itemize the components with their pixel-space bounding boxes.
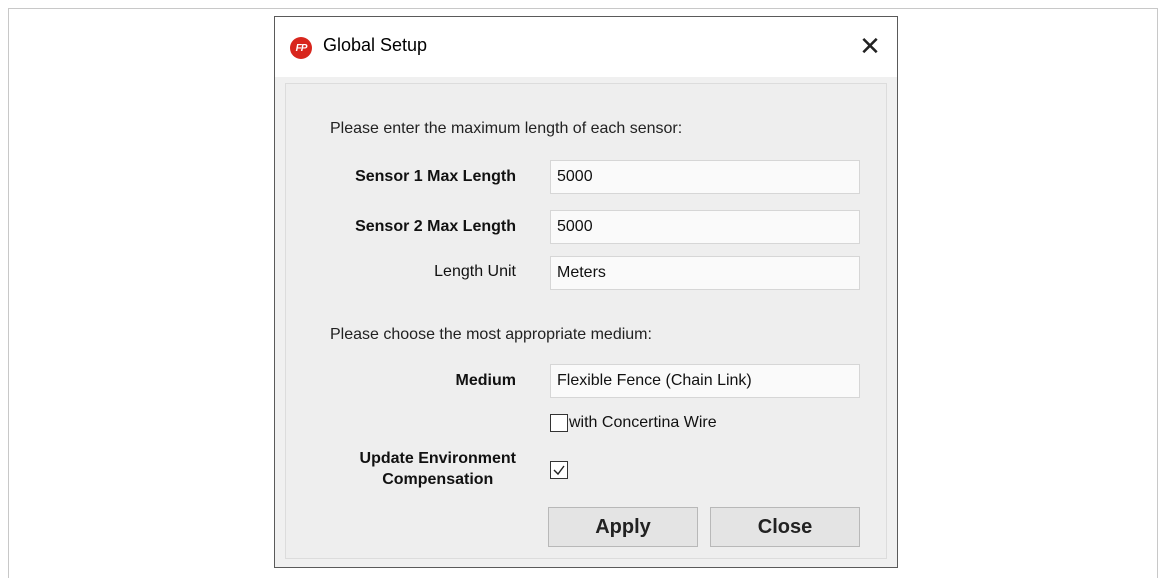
update-environment-label-line1: Update Environment (359, 450, 516, 467)
update-environment-label-line2: Compensation (382, 471, 494, 488)
close-icon[interactable]: ✕ (855, 31, 885, 61)
apply-button[interactable]: Apply (548, 507, 698, 547)
sensor1-label: Sensor 1 Max Length (355, 168, 516, 185)
medium-instruction: Please choose the most appropriate mediu… (330, 326, 652, 343)
medium-field[interactable] (550, 364, 860, 398)
medium-label: Medium (455, 372, 516, 389)
concertina-wire-label: with Concertina Wire (569, 414, 717, 431)
length-unit-field[interactable] (550, 256, 860, 290)
global-setup-dialog: FP Global Setup ✕ Please enter the maxim… (274, 16, 898, 568)
dialog-title: Global Setup (323, 35, 428, 55)
title-bar: FP Global Setup ✕ (275, 17, 897, 77)
app-logo-icon: FP (290, 37, 312, 59)
update-environment-label: Update Environment Compensation (360, 448, 516, 490)
concertina-wire-checkbox[interactable] (550, 414, 568, 432)
checkmark-icon (553, 465, 565, 476)
dialog-content: Please enter the maximum length of each … (285, 83, 887, 559)
sensor1-max-length-input[interactable] (550, 160, 860, 194)
update-environment-checkbox[interactable] (550, 461, 568, 479)
sensor2-label: Sensor 2 Max Length (355, 218, 516, 235)
length-unit-label: Length Unit (434, 263, 516, 280)
close-button[interactable]: Close (710, 507, 860, 547)
sensor-length-instruction: Please enter the maximum length of each … (330, 120, 683, 137)
sensor2-max-length-input[interactable] (550, 210, 860, 244)
